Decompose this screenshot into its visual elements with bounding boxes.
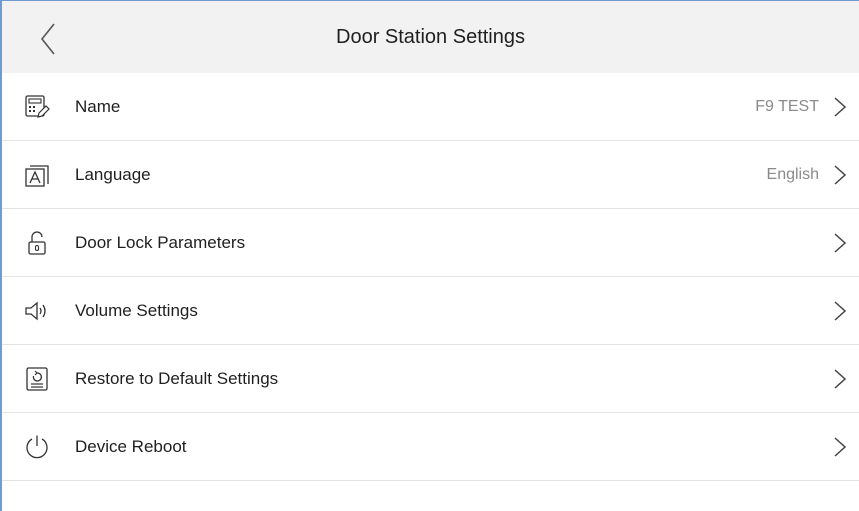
settings-item-volume-settings[interactable]: Volume Settings bbox=[2, 277, 859, 345]
settings-item-door-lock-parameters[interactable]: Door Lock Parameters bbox=[2, 209, 859, 277]
settings-item-value: F9 TEST bbox=[755, 98, 819, 115]
settings-item-label: Language bbox=[75, 165, 151, 184]
power-icon bbox=[24, 434, 50, 460]
settings-item-label: Volume Settings bbox=[75, 301, 198, 320]
speaker-icon bbox=[24, 298, 50, 324]
settings-item-label: Name bbox=[75, 97, 121, 116]
chevron-right-icon bbox=[833, 165, 847, 185]
settings-item-label: Device Reboot bbox=[75, 437, 187, 456]
settings-item-restore-default[interactable]: Restore to Default Settings bbox=[2, 345, 859, 413]
settings-list: Name F9 TEST Language English Door Lock … bbox=[2, 73, 859, 481]
page-title: Door Station Settings bbox=[336, 26, 525, 48]
settings-item-value: English bbox=[766, 166, 819, 183]
chevron-right-icon bbox=[833, 301, 847, 321]
settings-item-device-reboot[interactable]: Device Reboot bbox=[2, 413, 859, 481]
chevron-right-icon bbox=[833, 233, 847, 253]
chevron-left-icon bbox=[40, 23, 56, 55]
chevron-right-icon bbox=[833, 369, 847, 389]
settings-item-label: Door Lock Parameters bbox=[75, 233, 246, 252]
settings-item-name[interactable]: Name F9 TEST bbox=[2, 73, 859, 141]
back-button[interactable] bbox=[28, 19, 68, 59]
language-icon bbox=[24, 162, 50, 188]
chevron-right-icon bbox=[833, 97, 847, 117]
lock-icon bbox=[24, 230, 50, 256]
keypad-edit-icon bbox=[24, 94, 50, 120]
restore-device-icon bbox=[24, 366, 50, 392]
settings-item-label: Restore to Default Settings bbox=[75, 369, 279, 388]
settings-item-language[interactable]: Language English bbox=[2, 141, 859, 209]
settings-screen: Door Station Settings Name F9 TEST Langu… bbox=[0, 0, 859, 511]
chevron-right-icon bbox=[833, 437, 847, 457]
header-bar: Door Station Settings bbox=[2, 1, 859, 73]
